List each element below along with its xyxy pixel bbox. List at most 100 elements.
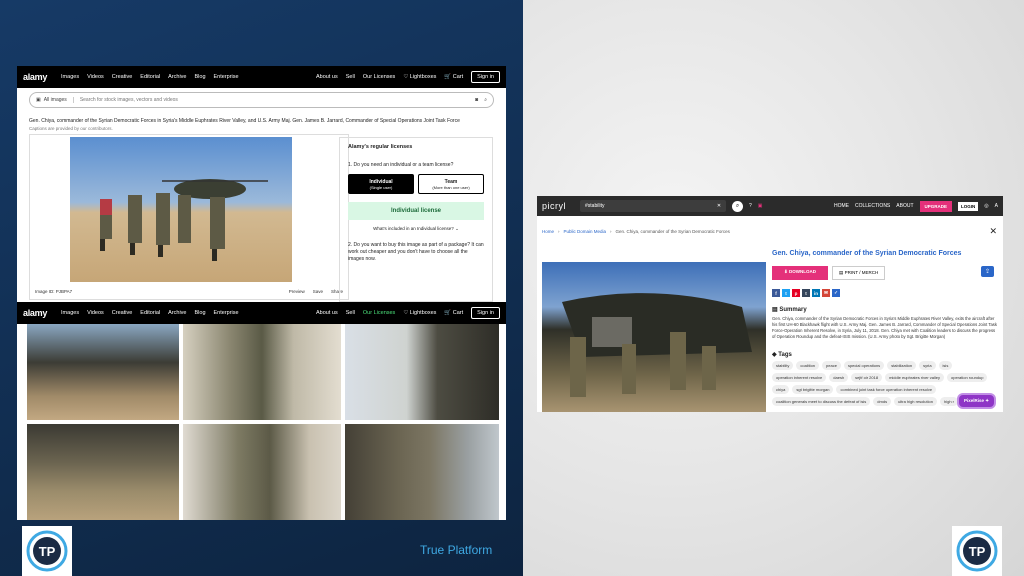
picryl-title: Gen. Chiya, commander of the Syrian Demo… xyxy=(772,250,962,257)
email-icon[interactable]: ✉ xyxy=(822,289,830,297)
sign-in-button-2[interactable]: Sign in xyxy=(471,307,500,319)
tag-chip[interactable]: operation roundup xyxy=(947,373,988,382)
tag-chip[interactable]: coalition generals meet to discuss the d… xyxy=(772,397,871,406)
main-photo[interactable] xyxy=(70,137,292,282)
tumblr-icon[interactable]: t xyxy=(802,289,810,297)
picryl-logo[interactable]: picryl xyxy=(542,201,566,211)
breadcrumb-pdm[interactable]: Public Domain Media xyxy=(564,229,607,234)
alamy-logo-2[interactable]: alamy xyxy=(23,308,47,318)
tag-chip[interactable]: stability xyxy=(772,361,794,370)
picryl-search-input[interactable]: #stability ✕ xyxy=(580,200,727,212)
nav-sell[interactable]: Sell xyxy=(346,74,355,80)
tag-chip[interactable]: sgt brigitte morgan xyxy=(792,385,834,394)
tag-chip[interactable]: daesh xyxy=(829,373,849,382)
tag-chip[interactable]: special operations xyxy=(843,361,885,370)
nav-editorial[interactable]: Editorial xyxy=(140,74,160,80)
help-icon[interactable]: ? xyxy=(749,203,752,209)
nav-creative[interactable]: Creative xyxy=(112,74,132,80)
settings-icon[interactable]: ◎ xyxy=(984,203,988,209)
bookmark-icon[interactable]: ▣ xyxy=(758,203,763,209)
tag-chip[interactable]: syria xyxy=(919,361,936,370)
picryl-main-photo[interactable] xyxy=(542,262,766,412)
result-thumbnail[interactable] xyxy=(345,324,499,420)
translate-icon[interactable]: A xyxy=(995,203,998,209)
cart-label-2: Cart xyxy=(452,310,464,316)
result-thumbnail[interactable] xyxy=(345,424,499,520)
alamy-search-bar[interactable]: ▣ All images Search for stock images, vec… xyxy=(29,92,494,108)
search-icon[interactable]: ⌕ xyxy=(732,200,744,212)
breadcrumb-home[interactable]: Home xyxy=(542,229,554,234)
close-icon[interactable]: ✕ xyxy=(989,226,997,237)
nav-videos[interactable]: Videos xyxy=(87,74,104,80)
pinterest-icon[interactable]: p xyxy=(792,289,800,297)
result-thumbnail[interactable] xyxy=(183,424,341,520)
nav2-about[interactable]: About us xyxy=(316,310,338,316)
upgrade-button[interactable]: UPGRADE xyxy=(919,200,953,212)
nav2-cart[interactable]: 🛒 Cart xyxy=(444,310,463,316)
nav-about[interactable]: About us xyxy=(316,74,338,80)
camera-icon[interactable]: ◙ xyxy=(475,97,478,103)
nav2-archive[interactable]: Archive xyxy=(168,310,186,316)
nav-collections[interactable]: COLLECTIONS xyxy=(855,203,890,209)
result-thumbnail[interactable] xyxy=(27,324,179,420)
tag-chip[interactable]: combined joint task force operation inhe… xyxy=(836,385,937,394)
nav2-licenses[interactable]: Our Licenses xyxy=(363,310,395,316)
print-merch-button[interactable]: ▤ PRINT / MERCH xyxy=(832,266,886,280)
linkedin-icon[interactable]: in xyxy=(812,289,820,297)
alamy-logo[interactable]: alamy xyxy=(23,72,47,82)
share-icon[interactable]: ⇪ xyxy=(981,266,994,277)
tag-chip[interactable]: middle euphrates river valley xyxy=(885,373,944,382)
tag-chip[interactable]: high r xyxy=(939,397,958,406)
individual-option[interactable]: Individual (Single user) xyxy=(348,174,414,194)
result-thumbnail[interactable] xyxy=(27,424,179,520)
nav2-sell[interactable]: Sell xyxy=(346,310,355,316)
image-icon: ▣ xyxy=(36,97,41,103)
tag-chip[interactable]: coalition xyxy=(796,361,820,370)
pixelrise-badge[interactable]: PixelRise ✦ xyxy=(957,393,997,409)
nav-home[interactable]: HOME xyxy=(834,203,849,209)
nav-images[interactable]: Images xyxy=(61,74,79,80)
tag-chip[interactable]: sejtf oir 2018 xyxy=(851,373,883,382)
nav2-videos[interactable]: Videos xyxy=(87,310,104,316)
document-icon: ▤ xyxy=(772,307,778,313)
individual-sub: (Single user) xyxy=(369,184,393,190)
team-option[interactable]: Team (More than one user) xyxy=(418,174,484,194)
nav2-images[interactable]: Images xyxy=(61,310,79,316)
facebook-icon[interactable]: f xyxy=(772,289,780,297)
search-icon[interactable]: ⌕ xyxy=(484,97,487,103)
download-button[interactable]: ⬇ DOWNLOAD xyxy=(772,266,829,280)
nav-about[interactable]: ABOUT xyxy=(896,203,913,209)
save-button[interactable]: Save xyxy=(313,289,323,294)
login-button[interactable]: LOGIN xyxy=(958,201,979,211)
tag-chip[interactable]: operation inherent resolve xyxy=(772,373,827,382)
search-category-select[interactable]: ▣ All images xyxy=(36,97,74,103)
nav-enterprise[interactable]: Enterprise xyxy=(214,74,239,80)
nav2-enterprise[interactable]: Enterprise xyxy=(214,310,239,316)
nav2-lightboxes[interactable]: ♡ Lightboxes xyxy=(403,310,436,316)
nav2-blog[interactable]: Blog xyxy=(195,310,206,316)
tag-chip[interactable]: dmds xyxy=(873,397,892,406)
search-input[interactable]: Search for stock images, vectors and vid… xyxy=(80,97,469,103)
whats-included-link[interactable]: What's included in an Individual license… xyxy=(348,226,484,232)
tags-heading: ◆ Tags xyxy=(772,351,792,358)
nav-cart[interactable]: 🛒 Cart xyxy=(444,74,463,80)
nav-blog[interactable]: Blog xyxy=(195,74,206,80)
individual-license-button[interactable]: Individual license xyxy=(348,202,484,220)
tag-chip[interactable]: chiya xyxy=(772,385,790,394)
tag-chip[interactable]: isis xyxy=(938,361,953,370)
preview-button[interactable]: Preview xyxy=(289,289,305,294)
result-thumbnail[interactable] xyxy=(183,324,341,420)
nav-lightboxes[interactable]: ♡ Lightboxes xyxy=(403,74,436,80)
tag-chip[interactable]: stabilization xyxy=(887,361,917,370)
tag-chip[interactable]: peace xyxy=(822,361,841,370)
nav-archive[interactable]: Archive xyxy=(168,74,186,80)
tag-chip[interactable]: ultra high resolution xyxy=(894,397,937,406)
copy-link-icon[interactable]: ✓ xyxy=(832,289,840,297)
sign-in-button[interactable]: Sign in xyxy=(471,71,500,83)
twitter-icon[interactable]: t xyxy=(782,289,790,297)
image-caption: Gen. Chiya, commander of the Syrian Demo… xyxy=(29,118,460,124)
clear-icon[interactable]: ✕ xyxy=(717,203,721,209)
nav-licenses[interactable]: Our Licenses xyxy=(363,74,395,80)
nav2-creative[interactable]: Creative xyxy=(112,310,132,316)
nav2-editorial[interactable]: Editorial xyxy=(140,310,160,316)
